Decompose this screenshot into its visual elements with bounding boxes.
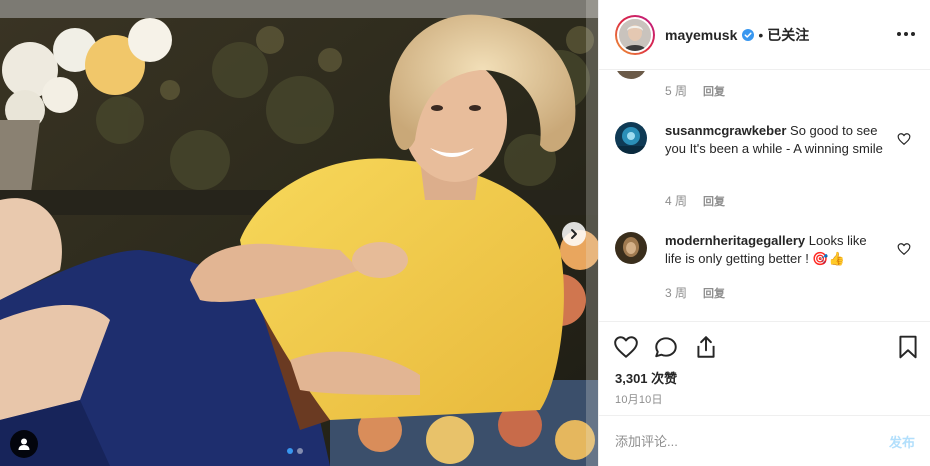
next-photo-button[interactable]	[562, 222, 586, 246]
comment-item: susanmcgrawkeber So good to see you It's…	[615, 122, 915, 212]
comment-icon[interactable]	[653, 334, 679, 360]
comment-meta: 4 周 回复	[665, 192, 725, 209]
post-photo[interactable]	[0, 0, 598, 466]
comment-avatar-image	[615, 122, 647, 154]
comment-meta: 5 周 回复	[665, 82, 725, 99]
comment-item: modernheritagegallery Looks like life is…	[615, 232, 915, 292]
verified-badge-icon	[742, 28, 755, 41]
comment-like-heart-icon[interactable]	[897, 132, 911, 146]
comment-username[interactable]: susanmcgrawkeber	[665, 123, 786, 138]
author-avatar[interactable]	[615, 14, 655, 55]
photo-image	[0, 0, 598, 466]
add-comment-bar: 发布	[599, 415, 930, 466]
header-separator: •	[758, 26, 764, 43]
comment-content: modernheritagegallery Looks like life is…	[665, 232, 885, 268]
comment-time: 3 周	[665, 286, 688, 300]
author-avatar-image	[619, 18, 651, 51]
carousel-indicator	[287, 448, 303, 454]
following-button[interactable]: 已关注	[767, 25, 809, 45]
author-username[interactable]: mayemusk	[665, 27, 737, 43]
reply-button[interactable]: 回复	[703, 193, 725, 209]
comment-input[interactable]	[615, 433, 889, 449]
post-actions: 3,301 次赞 10月10日	[599, 321, 930, 415]
comment-avatar[interactable]	[615, 122, 647, 154]
carousel-dot-active	[287, 448, 293, 454]
comment-avatar[interactable]	[615, 232, 647, 264]
comment-like-heart-icon[interactable]	[897, 242, 911, 256]
tagged-users-button[interactable]	[10, 430, 38, 458]
post-comment-button[interactable]: 发布	[889, 432, 915, 451]
comment-meta: 3 周 回复	[665, 284, 725, 301]
post-side-panel: mayemusk • 已关注 5 周 回复 susanmcgrawkeber S…	[598, 0, 930, 466]
comments-list: 5 周 回复 susanmcgrawkeber So good to see y…	[599, 71, 930, 321]
more-options-icon[interactable]	[894, 26, 918, 42]
share-icon[interactable]	[693, 334, 719, 360]
post-header: mayemusk • 已关注	[599, 0, 930, 70]
likes-count[interactable]: 3,301 次赞	[615, 368, 677, 387]
next-arrow-icon	[571, 229, 577, 239]
user-tag-icon	[18, 438, 30, 450]
comment-time: 5 周	[665, 84, 688, 98]
reply-button[interactable]: 回复	[703, 285, 725, 301]
comment-avatar[interactable]	[615, 71, 647, 79]
carousel-dot	[297, 448, 303, 454]
comment-content: susanmcgrawkeber So good to see you It's…	[665, 122, 885, 158]
comment-username[interactable]: modernheritagegallery	[665, 233, 805, 248]
reply-button[interactable]: 回复	[703, 83, 725, 99]
bookmark-icon[interactable]	[895, 334, 921, 360]
comment-time: 4 周	[665, 194, 688, 208]
comment-avatar-image	[615, 232, 647, 264]
post-date: 10月10日	[615, 394, 663, 406]
heart-icon[interactable]	[613, 334, 639, 360]
